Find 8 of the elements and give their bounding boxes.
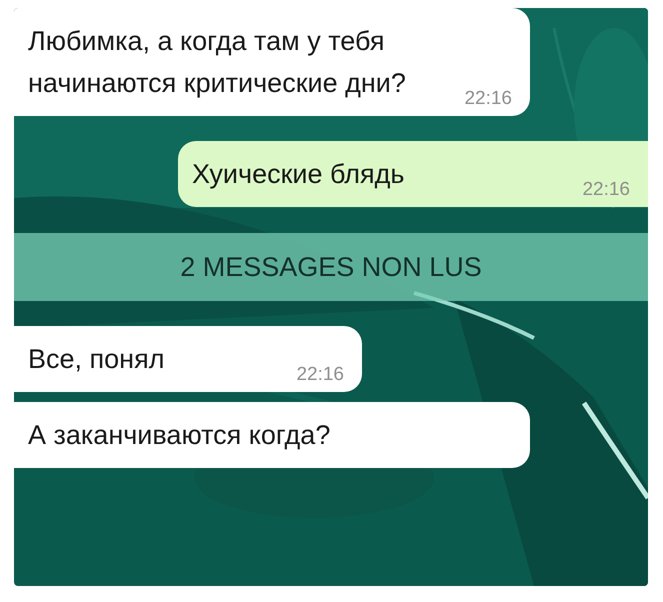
message-text: Любимка, а когда там у тебя начинаются критические дни? [28, 25, 407, 100]
message-time: 22:16 [582, 179, 630, 201]
message-time: 22:16 [296, 364, 344, 386]
message-text: А заканчиваются когда? [28, 419, 332, 452]
message-text: Хуические блядь [192, 158, 406, 191]
message-text: Все, понял [28, 343, 166, 376]
unread-messages-banner: 2 MESSAGES NON LUS [14, 233, 648, 301]
message-time: 22:16 [464, 88, 512, 110]
